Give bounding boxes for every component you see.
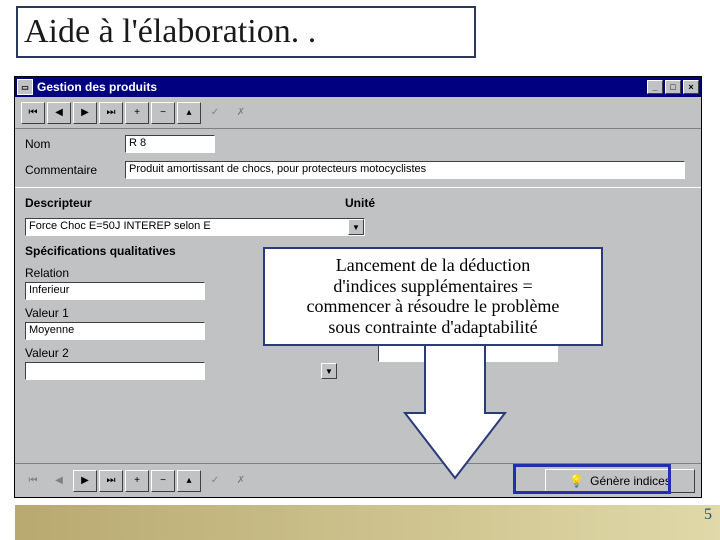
- callout-line4: sous contrainte d'adaptabilité: [275, 317, 591, 338]
- lightbulb-icon: 💡: [569, 474, 584, 488]
- valeur2-combo[interactable]: ▼: [25, 362, 338, 380]
- nav-next-button-b[interactable]: ▶: [73, 470, 97, 492]
- descripteur-label: Descripteur: [25, 196, 125, 210]
- nav-last-button-b[interactable]: ⏭: [99, 470, 123, 492]
- valeur2-input[interactable]: [25, 362, 205, 380]
- add-button-b[interactable]: +: [125, 470, 149, 492]
- callout-line2: d'indices supplémentaires =: [275, 276, 591, 297]
- nav-last-button[interactable]: ⏭: [99, 102, 123, 124]
- valeur2-label: Valeur 2: [25, 346, 125, 360]
- comment-label: Commentaire: [25, 163, 125, 177]
- spec-qual-label: Spécifications qualitatives: [25, 244, 176, 258]
- nom-input[interactable]: R 8: [125, 135, 215, 153]
- unite-label: Unité: [345, 196, 445, 210]
- generate-indices-button[interactable]: 💡 Génère indices: [545, 469, 695, 493]
- nav-next-button[interactable]: ▶: [73, 102, 97, 124]
- minimize-button[interactable]: _: [647, 80, 663, 94]
- slide: 5 Aide à l'élaboration. . ▭ Gestion des …: [0, 0, 720, 540]
- cancel-button-b[interactable]: ✗: [229, 470, 253, 492]
- add-button[interactable]: +: [125, 102, 149, 124]
- nav-prev-button-b[interactable]: ◀: [47, 470, 71, 492]
- slide-title-box: Aide à l'élaboration. .: [16, 6, 476, 58]
- up-button-b[interactable]: ▴: [177, 470, 201, 492]
- toolbar-top: ⏮ ◀ ▶ ⏭ + − ▴ ✓ ✗: [15, 97, 701, 129]
- confirm-button[interactable]: ✓: [203, 102, 227, 124]
- valeur1-label: Valeur 1: [25, 306, 125, 320]
- cancel-button[interactable]: ✗: [229, 102, 253, 124]
- page-number: 5: [704, 506, 712, 524]
- chevron-down-icon[interactable]: ▼: [321, 363, 337, 379]
- titlebar[interactable]: ▭ Gestion des produits _ □ ×: [15, 77, 701, 97]
- callout-box: Lancement de la déduction d'indices supp…: [263, 247, 603, 346]
- remove-button[interactable]: −: [151, 102, 175, 124]
- system-menu-icon[interactable]: ▭: [17, 79, 33, 95]
- descripteur-input[interactable]: Force Choc E=50J INTEREP selon E: [25, 218, 365, 236]
- nav-prev-button[interactable]: ◀: [47, 102, 71, 124]
- comment-input[interactable]: Produit amortissant de chocs, pour prote…: [125, 161, 685, 179]
- relation-label: Relation: [25, 266, 125, 280]
- relation-input[interactable]: Inferieur: [25, 282, 205, 300]
- up-button[interactable]: ▴: [177, 102, 201, 124]
- confirm-button-b[interactable]: ✓: [203, 470, 227, 492]
- maximize-button[interactable]: □: [665, 80, 681, 94]
- callout-line1: Lancement de la déduction: [275, 255, 591, 276]
- callout-line3: commencer à résoudre le problème: [275, 296, 591, 317]
- separator: [15, 187, 701, 188]
- generate-label: Génère indices: [590, 474, 671, 488]
- toolbar-bottom: ⏮ ◀ ▶ ⏭ + − ▴ ✓ ✗ 💡 Génère indices: [15, 463, 701, 497]
- callout-arrow-icon: [395, 343, 515, 483]
- chevron-down-icon[interactable]: ▼: [348, 219, 364, 235]
- descripteur-combo[interactable]: Force Choc E=50J INTEREP selon E ▼: [25, 218, 365, 236]
- nav-first-button-b[interactable]: ⏮: [21, 470, 45, 492]
- close-button[interactable]: ×: [683, 80, 699, 94]
- remove-button-b[interactable]: −: [151, 470, 175, 492]
- valeur1-input[interactable]: Moyenne: [25, 322, 205, 340]
- footer-stripe: [15, 505, 720, 540]
- nav-first-button[interactable]: ⏮: [21, 102, 45, 124]
- window-title: Gestion des produits: [37, 80, 157, 94]
- slide-title: Aide à l'élaboration. .: [24, 13, 316, 51]
- nom-label: Nom: [25, 137, 125, 151]
